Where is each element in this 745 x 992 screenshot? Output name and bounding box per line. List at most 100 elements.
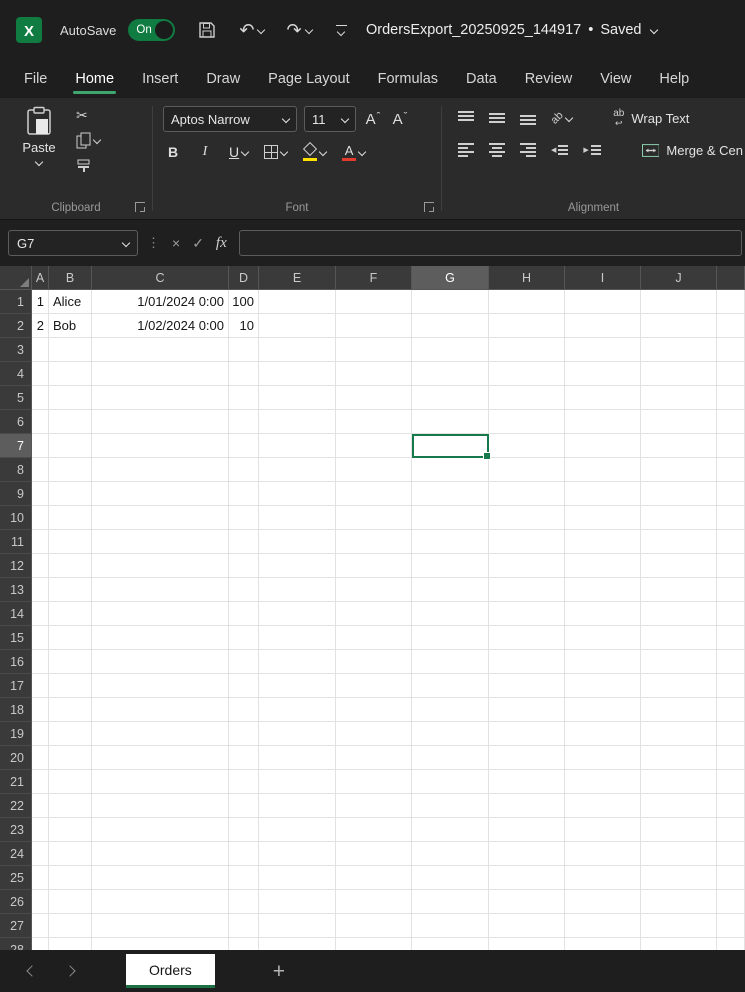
cell-F25[interactable] (336, 866, 412, 890)
cell-E24[interactable] (259, 842, 336, 866)
column-header-d[interactable]: D (229, 266, 259, 290)
cell-A23[interactable] (32, 818, 49, 842)
row-header-6[interactable]: 6 (0, 410, 32, 434)
cell-K20[interactable] (717, 746, 745, 770)
cell-I27[interactable] (565, 914, 641, 938)
cell-E25[interactable] (259, 866, 336, 890)
row-header-25[interactable]: 25 (0, 866, 32, 890)
cell-I6[interactable] (565, 410, 641, 434)
cell-B4[interactable] (49, 362, 92, 386)
column-header-e[interactable]: E (259, 266, 336, 290)
cell-H17[interactable] (489, 674, 565, 698)
cell-K5[interactable] (717, 386, 745, 410)
paste-button[interactable]: Paste (10, 106, 68, 197)
decrease-font-size-button[interactable]: Aˇ (390, 107, 410, 131)
cell-A5[interactable] (32, 386, 49, 410)
cell-K6[interactable] (717, 410, 745, 434)
row-header-20[interactable]: 20 (0, 746, 32, 770)
cell-F10[interactable] (336, 506, 412, 530)
cell-A19[interactable] (32, 722, 49, 746)
cell-D7[interactable] (229, 434, 259, 458)
row-header-8[interactable]: 8 (0, 458, 32, 482)
cell-E23[interactable] (259, 818, 336, 842)
cell-H18[interactable] (489, 698, 565, 722)
cell-H15[interactable] (489, 626, 565, 650)
cell-C18[interactable] (92, 698, 229, 722)
column-header-h[interactable]: H (489, 266, 565, 290)
row-header-16[interactable]: 16 (0, 650, 32, 674)
name-box[interactable]: G7 (8, 230, 138, 256)
cell-K2[interactable] (717, 314, 745, 338)
cell-J19[interactable] (641, 722, 717, 746)
cell-A18[interactable] (32, 698, 49, 722)
cell-D2[interactable]: 10 (229, 314, 259, 338)
row-header-2[interactable]: 2 (0, 314, 32, 338)
cell-K13[interactable] (717, 578, 745, 602)
cell-J23[interactable] (641, 818, 717, 842)
row-header-9[interactable]: 9 (0, 482, 32, 506)
cell-C25[interactable] (92, 866, 229, 890)
cell-H3[interactable] (489, 338, 565, 362)
cell-B17[interactable] (49, 674, 92, 698)
cell-B20[interactable] (49, 746, 92, 770)
cell-F2[interactable] (336, 314, 412, 338)
cell-C8[interactable] (92, 458, 229, 482)
cell-J20[interactable] (641, 746, 717, 770)
cell-D9[interactable] (229, 482, 259, 506)
cell-C16[interactable] (92, 650, 229, 674)
cell-E5[interactable] (259, 386, 336, 410)
cell-J18[interactable] (641, 698, 717, 722)
cell-C27[interactable] (92, 914, 229, 938)
cell-F1[interactable] (336, 290, 412, 314)
cell-K24[interactable] (717, 842, 745, 866)
underline-button[interactable]: U (227, 140, 250, 164)
menu-tab-page-layout[interactable]: Page Layout (254, 60, 363, 98)
cell-K27[interactable] (717, 914, 745, 938)
menu-tab-data[interactable]: Data (452, 60, 511, 98)
cell-G24[interactable] (412, 842, 489, 866)
cell-H26[interactable] (489, 890, 565, 914)
sheet-nav-right-button[interactable] (66, 967, 74, 975)
cell-H23[interactable] (489, 818, 565, 842)
cell-H21[interactable] (489, 770, 565, 794)
cell-K7[interactable] (717, 434, 745, 458)
cell-B23[interactable] (49, 818, 92, 842)
cell-D15[interactable] (229, 626, 259, 650)
cell-E20[interactable] (259, 746, 336, 770)
cell-A26[interactable] (32, 890, 49, 914)
cell-C23[interactable] (92, 818, 229, 842)
cell-B25[interactable] (49, 866, 92, 890)
cell-H13[interactable] (489, 578, 565, 602)
cell-A6[interactable] (32, 410, 49, 434)
cell-K1[interactable] (717, 290, 745, 314)
row-header-4[interactable]: 4 (0, 362, 32, 386)
cell-C20[interactable] (92, 746, 229, 770)
cell-E22[interactable] (259, 794, 336, 818)
row-header-24[interactable]: 24 (0, 842, 32, 866)
enter-button[interactable]: ✓ (192, 235, 204, 252)
cell-E14[interactable] (259, 602, 336, 626)
cell-F26[interactable] (336, 890, 412, 914)
cell-G22[interactable] (412, 794, 489, 818)
cell-I1[interactable] (565, 290, 641, 314)
cell-B15[interactable] (49, 626, 92, 650)
cell-D18[interactable] (229, 698, 259, 722)
row-header-15[interactable]: 15 (0, 626, 32, 650)
column-header-b[interactable]: B (49, 266, 92, 290)
font-dialog-launcher-icon[interactable] (424, 202, 434, 212)
cell-E27[interactable] (259, 914, 336, 938)
cell-I14[interactable] (565, 602, 641, 626)
cell-K17[interactable] (717, 674, 745, 698)
row-header-28[interactable]: 28 (0, 938, 32, 950)
cell-B22[interactable] (49, 794, 92, 818)
cell-J12[interactable] (641, 554, 717, 578)
cell-E9[interactable] (259, 482, 336, 506)
cell-I2[interactable] (565, 314, 641, 338)
cell-F17[interactable] (336, 674, 412, 698)
save-button[interactable] (197, 20, 217, 40)
cell-G9[interactable] (412, 482, 489, 506)
cell-G26[interactable] (412, 890, 489, 914)
cell-I13[interactable] (565, 578, 641, 602)
row-header-1[interactable]: 1 (0, 290, 32, 314)
cell-B12[interactable] (49, 554, 92, 578)
